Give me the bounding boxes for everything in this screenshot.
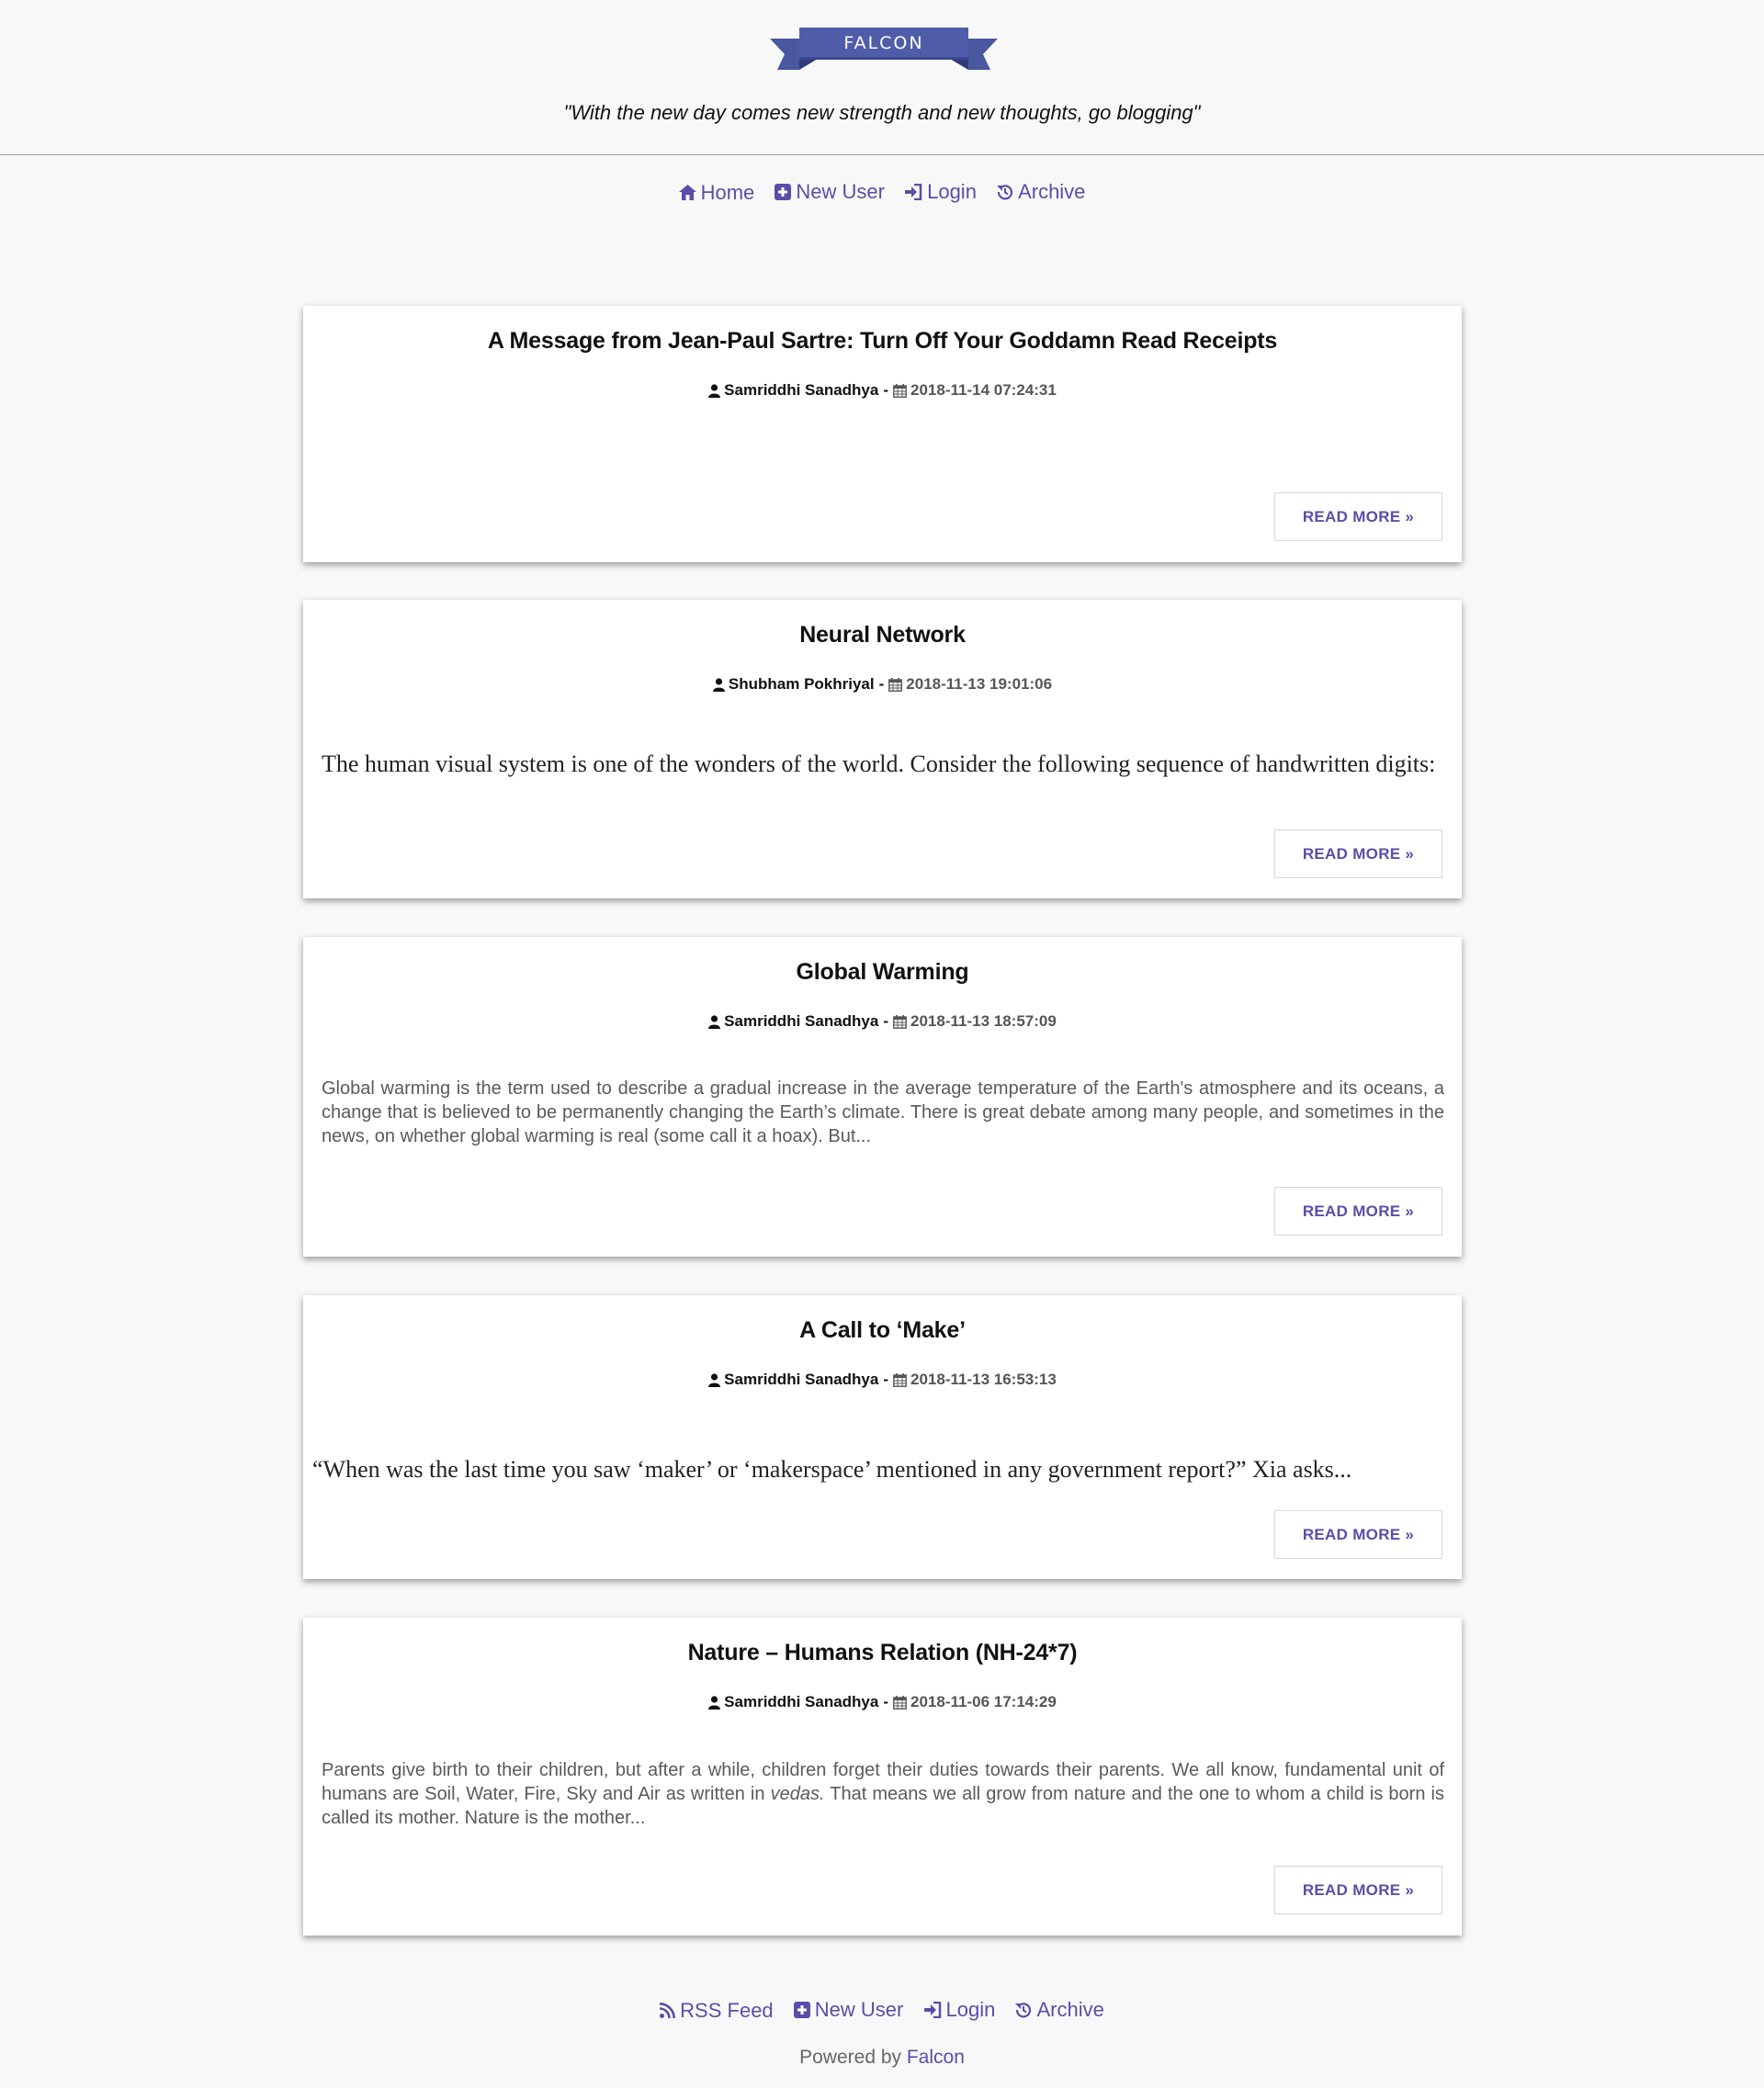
footer-rss-label: RSS Feed <box>680 1998 774 2022</box>
footer-nav: RSS Feed New User Login Archive <box>0 1998 1764 2024</box>
calendar-icon <box>893 1014 907 1029</box>
read-more-button[interactable]: READ MORE » <box>1274 1866 1442 1914</box>
excerpt-emphasis: vedas. <box>770 1784 825 1804</box>
post-excerpt: The human visual system is one of the wo… <box>322 751 1436 777</box>
post-meta: Samriddhi Sanadhya - 2018-11-13 16:53:13 <box>303 1371 1462 1389</box>
history-icon <box>997 185 1013 200</box>
nav-archive[interactable]: Archive <box>997 180 1085 204</box>
history-icon <box>1015 2003 1032 2018</box>
post-card: A Message from Jean-Paul Sartre: Turn Of… <box>303 306 1462 562</box>
post-date: 2018-11-13 18:57:09 <box>910 1012 1057 1030</box>
post-card: A Call to ‘Make’ Samriddhi Sanadhya - 20… <box>303 1295 1462 1579</box>
nav-home[interactable]: Home <box>678 180 755 205</box>
sign-in-icon <box>905 184 922 200</box>
post-meta: Samriddhi Sanadhya - 2018-11-13 18:57:09 <box>303 1012 1462 1031</box>
post-author: Samriddhi Sanadhya <box>724 1371 879 1388</box>
footer-archive-label: Archive <box>1036 1998 1104 2021</box>
meta-separator: - <box>883 381 889 399</box>
post-title[interactable]: Nature – Humans Relation (NH-24*7) <box>303 1640 1462 1666</box>
post-meta: Shubham Pokhriyal - 2018-11-13 19:01:06 <box>303 675 1462 694</box>
logo-text: FALCON <box>843 33 924 53</box>
footer-rss[interactable]: RSS Feed <box>660 1999 774 2023</box>
read-more-button[interactable]: READ MORE » <box>1274 830 1442 878</box>
meta-separator: - <box>878 675 885 693</box>
meta-separator: - <box>883 1693 889 1710</box>
read-more-button[interactable]: READ MORE » <box>1274 1510 1442 1559</box>
post-title[interactable]: Neural Network <box>303 622 1462 649</box>
falcon-logo[interactable]: FALCON <box>770 28 998 70</box>
nav-home-label: Home <box>700 180 755 204</box>
user-icon <box>712 677 725 692</box>
post-card: Neural Network Shubham Pokhriyal - 2018-… <box>303 600 1462 898</box>
post-excerpt: Global warming is the term used to descr… <box>322 1078 1444 1146</box>
nav-login[interactable]: Login <box>905 180 977 204</box>
footer-login-label: Login <box>945 1998 996 2021</box>
falcon-link[interactable]: Falcon <box>907 2047 965 2068</box>
post-excerpt: Parents give birth to their children, bu… <box>322 1758 1444 1830</box>
home-icon <box>678 185 696 200</box>
footer-new-user[interactable]: New User <box>793 1998 904 2022</box>
nav-new-user[interactable]: New User <box>775 180 885 204</box>
user-icon <box>708 1014 721 1029</box>
calendar-icon <box>893 1372 907 1387</box>
post-meta: Samriddhi Sanadhya - 2018-11-14 07:24:31 <box>303 381 1462 400</box>
post-date: 2018-11-06 17:14:29 <box>910 1693 1057 1710</box>
post-author: Samriddhi Sanadhya <box>724 381 879 399</box>
user-icon <box>708 1695 721 1710</box>
plus-square-icon <box>793 2002 810 2018</box>
post-card: Global Warming Samriddhi Sanadhya - 2018… <box>303 937 1462 1257</box>
post-date: 2018-11-13 19:01:06 <box>906 675 1053 693</box>
post-title[interactable]: A Message from Jean-Paul Sartre: Turn Of… <box>303 328 1462 355</box>
powered-by: Powered by Falcon <box>0 2047 1764 2069</box>
post-date: 2018-11-14 07:24:31 <box>910 381 1057 399</box>
meta-separator: - <box>883 1371 889 1388</box>
post-meta: Samriddhi Sanadhya - 2018-11-06 17:14:29 <box>303 1693 1462 1711</box>
footer-login[interactable]: Login <box>923 1998 996 2022</box>
calendar-icon <box>893 1695 907 1710</box>
nav-archive-label: Archive <box>1018 180 1086 203</box>
read-more-button[interactable]: READ MORE » <box>1274 1187 1442 1236</box>
plus-square-icon <box>775 184 792 200</box>
footer-new-user-label: New User <box>814 1998 904 2021</box>
nav-new-user-label: New User <box>796 180 885 203</box>
powered-by-text: Powered by <box>799 2047 902 2068</box>
nav-login-label: Login <box>927 180 977 203</box>
post-author: Shubham Pokhriyal <box>728 675 875 693</box>
site-header: FALCON "With the new day comes new stren… <box>0 0 1764 155</box>
footer-archive[interactable]: Archive <box>1015 1998 1104 2022</box>
user-icon <box>708 383 721 398</box>
post-excerpt: “When was the last time you saw ‘maker’ … <box>312 1456 1352 1483</box>
site-tagline: "With the new day comes new strength and… <box>563 101 1201 124</box>
sign-in-icon <box>923 2002 941 2018</box>
calendar-icon <box>893 383 907 398</box>
calendar-icon <box>888 677 903 692</box>
post-author: Samriddhi Sanadhya <box>724 1012 879 1030</box>
post-title[interactable]: A Call to ‘Make’ <box>303 1317 1462 1344</box>
main-nav: Home New User Login Archive <box>0 180 1764 206</box>
user-icon <box>708 1372 721 1387</box>
post-card: Nature – Humans Relation (NH-24*7) Samri… <box>303 1618 1462 1936</box>
post-date: 2018-11-13 16:53:13 <box>910 1371 1057 1388</box>
post-title[interactable]: Global Warming <box>303 959 1462 986</box>
meta-separator: - <box>883 1012 889 1030</box>
rss-icon <box>660 2003 676 2018</box>
read-more-button[interactable]: READ MORE » <box>1274 492 1442 541</box>
post-author: Samriddhi Sanadhya <box>724 1693 879 1710</box>
